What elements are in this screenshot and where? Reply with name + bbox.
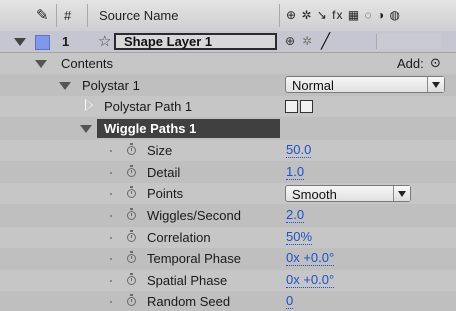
shape-layer-star-icon: ☆ [98,33,112,50]
blend-mode-value: Normal [292,78,334,93]
property-name-size: Size [147,143,173,158]
collapse-switch-icon[interactable]: ✲ [302,34,312,48]
property-value-spatial-phase[interactable]: 0x +0.0° [286,273,335,288]
stopwatch-icon[interactable] [127,251,136,263]
stopwatch-icon[interactable] [127,186,136,198]
property-name-detail: Detail [147,165,181,180]
points-dropdown[interactable]: Smooth [285,185,411,202]
contents-label: Contents [61,56,114,71]
column-header: ✎ # Source Name ⊕ ✲ ↘ fx ▦ ◌ ◑ ◍ [0,0,456,32]
column-number-header[interactable]: # [64,8,71,23]
layer-twirl-down-icon[interactable] [14,38,26,46]
polystar-label: Polystar 1 [82,78,140,93]
property-value-detail[interactable]: 1.0 [286,165,305,180]
wiggle-paths-label: Wiggle Paths 1 [104,121,197,136]
property-value-wiggles-second[interactable]: 2.0 [286,208,305,223]
property-value-size[interactable]: 50.0 [286,143,312,158]
dropdown-arrow-icon [427,77,444,92]
property-name-wiggles-second: Wiggles/Second [147,208,241,223]
stopwatch-icon[interactable] [127,208,136,220]
shy-switch-icon[interactable]: ⊕ [285,34,295,48]
layer-number: 1 [62,34,70,49]
points-value: Smooth [292,187,337,202]
property-row-detail[interactable] [0,162,456,183]
property-row-spatial-phase[interactable] [0,270,456,291]
stopwatch-icon[interactable] [127,143,136,155]
layer-name: Shape Layer 1 [124,34,213,49]
property-row-correlation[interactable] [0,227,456,248]
property-value-correlation[interactable]: 50% [286,230,313,245]
property-name-temporal-phase: Temporal Phase [147,251,241,266]
quality-switch-icon[interactable]: ╱ [321,32,330,50]
stopwatch-icon[interactable] [127,230,136,242]
property-name-random-seed: Random Seed [147,294,231,309]
stopwatch-icon[interactable] [127,165,136,177]
pencil-icon[interactable]: ✎ [36,6,49,24]
polystar-path-label: Polystar Path 1 [104,99,193,114]
property-value-temporal-phase[interactable]: 0x +0.0° [286,251,335,266]
contents-twirl-down-icon[interactable] [35,60,47,68]
property-name-spatial-phase: Spatial Phase [147,273,228,288]
polystar-path-row[interactable] [0,96,456,117]
dropdown-arrow-icon [393,186,410,201]
stopwatch-icon[interactable] [127,294,136,306]
stopwatch-icon[interactable] [127,273,136,285]
path-direction-reverse-icon[interactable] [300,100,313,113]
property-name-points: Points [147,186,184,201]
property-value-random-seed[interactable]: 0 [286,294,294,309]
polystar-twirl-down-icon[interactable] [59,82,71,90]
add-menu-icon[interactable]: ⊙ [430,55,441,71]
column-source-name-header[interactable]: Source Name [99,8,178,23]
property-name-correlation: Correlation [147,230,211,245]
layer-switch-boxes[interactable] [376,34,441,49]
timeline-layer-panel: ✎ # Source Name ⊕ ✲ ↘ fx ▦ ◌ ◑ ◍ 1 ☆ Sha… [0,0,456,311]
wiggle-paths-twirl-down-icon[interactable] [80,125,92,133]
path-direction-icon[interactable] [285,100,298,113]
switches-icons[interactable]: ⊕ ✲ ↘ fx ▦ ◌ ◑ ◍ [286,8,401,22]
layer-label-color-swatch[interactable] [35,35,50,50]
add-label[interactable]: Add: [397,56,424,71]
blend-mode-dropdown[interactable]: Normal [285,76,445,93]
property-row-size[interactable] [0,140,456,161]
